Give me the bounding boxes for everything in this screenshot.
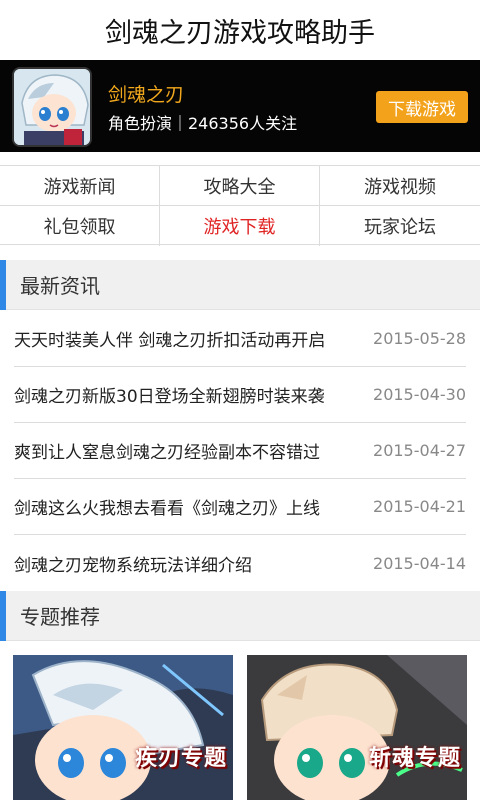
news-date: 2015-05-28	[373, 329, 466, 348]
news-section-header: 最新资讯	[0, 259, 480, 310]
game-banner: 剑魂之刃 角色扮演｜246356人关注 下载游戏	[0, 60, 480, 152]
news-section-title: 最新资讯	[20, 274, 100, 298]
nav-item-forum[interactable]: 玩家论坛	[320, 206, 480, 246]
game-avatar[interactable]	[12, 67, 92, 147]
topics-section-title: 专题推荐	[20, 605, 100, 629]
topic-label: 疾刃专题	[134, 746, 227, 771]
news-title: 剑魂之刃宠物系统玩法详细介绍	[14, 555, 252, 576]
news-date: 2015-04-30	[373, 385, 466, 404]
game-meta: 角色扮演｜246356人关注	[108, 114, 298, 133]
news-item[interactable]: 剑魂这么火我想去看看《剑魂之刃》上线 2015-04-21	[14, 479, 466, 535]
download-game-button[interactable]: 下载游戏	[376, 91, 468, 123]
topic-art-zhanhun	[247, 655, 467, 800]
nav-item-game-download[interactable]: 游戏下载	[160, 206, 320, 246]
nav-item-gift-packs[interactable]: 礼包领取	[0, 206, 160, 246]
topics-row: 疾刃专题 斩魂专题	[13, 655, 467, 800]
topic-card-jiren[interactable]: 疾刃专题	[13, 655, 233, 800]
news-date: 2015-04-14	[373, 553, 466, 573]
news-list: 天天时装美人伴 剑魂之刃折扣活动再开启 2015-05-28 剑魂之刃新版30日…	[0, 311, 480, 591]
topics-section-header: 专题推荐	[0, 590, 480, 641]
news-date: 2015-04-21	[373, 497, 466, 516]
topic-art-jiren	[13, 655, 233, 800]
news-title: 爽到让人窒息剑魂之刃经验副本不容错过	[14, 443, 320, 463]
app-title: 剑魂之刃游戏攻略助手	[0, 0, 480, 60]
news-item[interactable]: 剑魂之刃新版30日登场全新翅膀时装来袭 2015-04-30	[14, 367, 466, 423]
section-accent-bar	[0, 590, 6, 641]
topic-card-zhanhun[interactable]: 斩魂专题	[247, 655, 467, 800]
news-title: 天天时装美人伴 剑魂之刃折扣活动再开启	[14, 331, 326, 351]
nav-item-game-videos[interactable]: 游戏视频	[320, 166, 480, 206]
news-title: 剑魂之刃新版30日登场全新翅膀时装来袭	[14, 387, 325, 407]
nav-grid: 游戏新闻 攻略大全 游戏视频 礼包领取 游戏下载 玩家论坛	[0, 165, 480, 246]
game-avatar-art	[14, 69, 90, 145]
news-title: 剑魂这么火我想去看看《剑魂之刃》上线	[14, 499, 320, 519]
topic-label: 斩魂专题	[368, 746, 461, 771]
game-name: 剑魂之刃	[108, 84, 185, 106]
news-item[interactable]: 天天时装美人伴 剑魂之刃折扣活动再开启 2015-05-28	[14, 311, 466, 367]
news-item[interactable]: 剑魂之刃宠物系统玩法详细介绍 2015-04-14	[14, 535, 466, 591]
nav-item-game-news[interactable]: 游戏新闻	[0, 166, 160, 206]
news-date: 2015-04-27	[373, 441, 466, 460]
news-item[interactable]: 爽到让人窒息剑魂之刃经验副本不容错过 2015-04-27	[14, 423, 466, 479]
section-accent-bar	[0, 259, 6, 310]
nav-item-guides[interactable]: 攻略大全	[160, 166, 320, 206]
